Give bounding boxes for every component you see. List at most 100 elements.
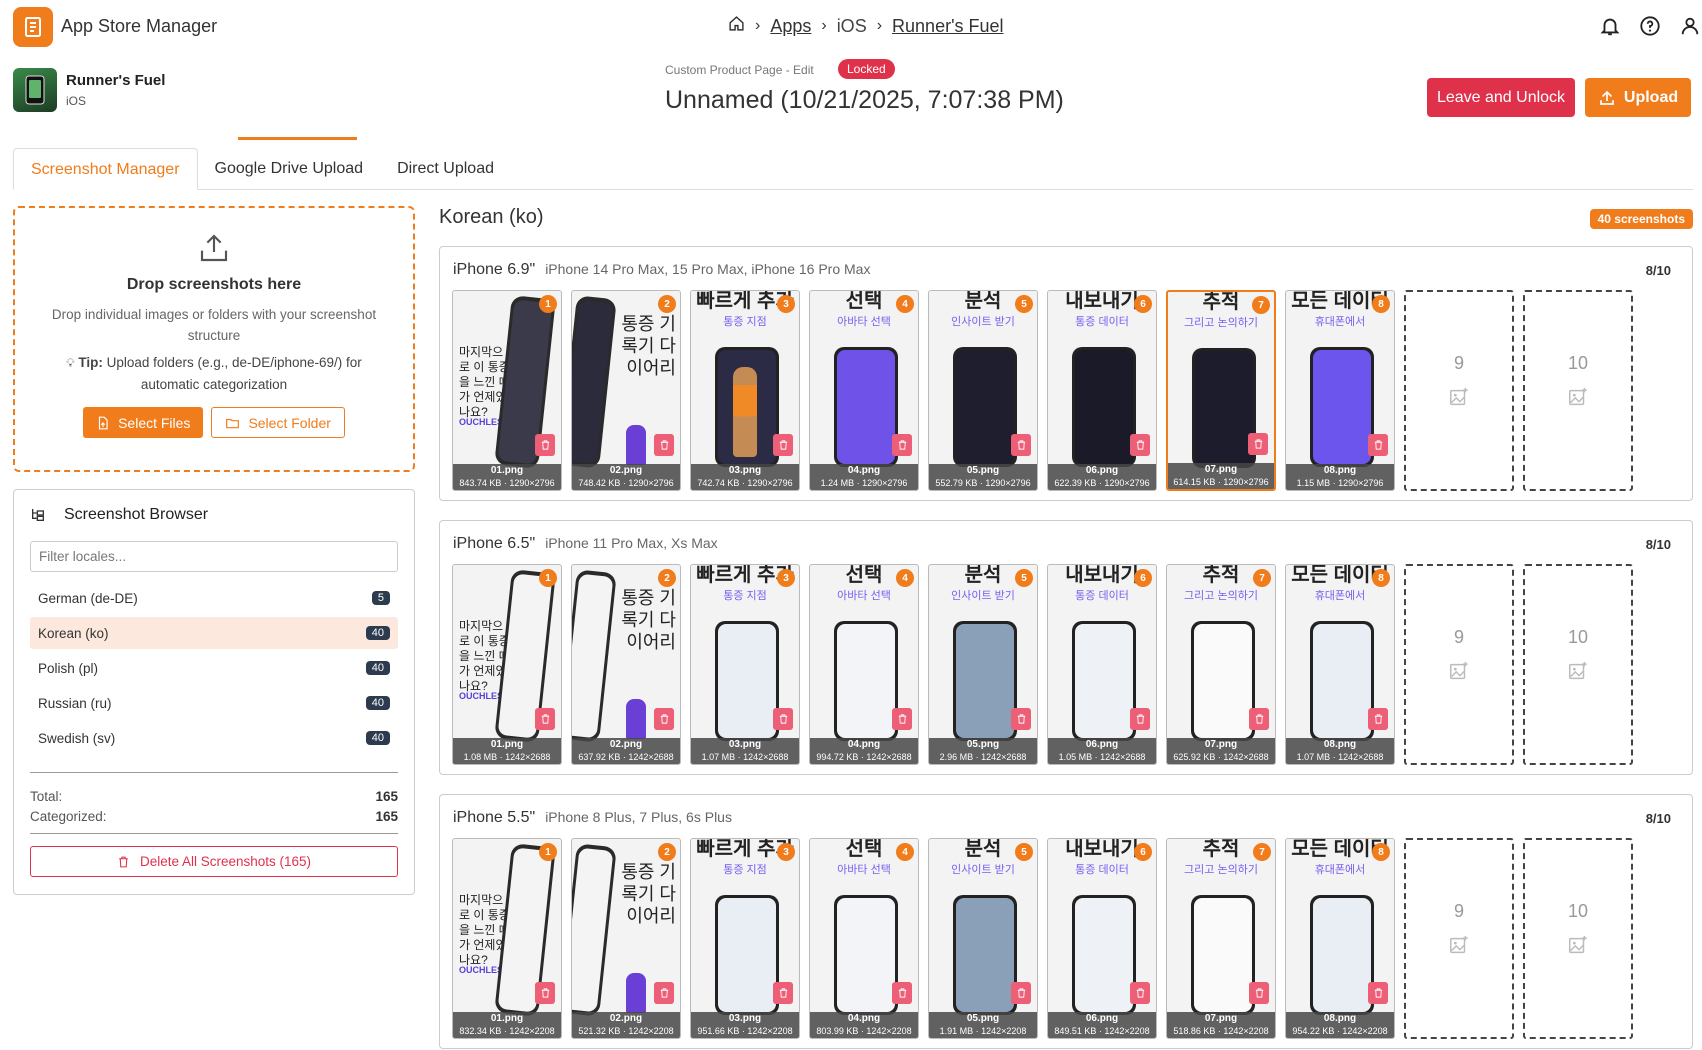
thumbnail-text: 통증 기록기 다이어리: [621, 588, 676, 652]
product-info: Runner's Fuel iOS: [13, 68, 165, 112]
leave-and-unlock-button[interactable]: Leave and Unlock: [1427, 78, 1575, 117]
delete-screenshot-button[interactable]: [535, 708, 555, 730]
delete-screenshot-button[interactable]: [773, 708, 793, 730]
locale-item-sv[interactable]: Swedish (sv) 40: [30, 722, 398, 754]
screenshot-thumbnail[interactable]: 선택 아바타 선택 4 04.png 803.99 KB · 1242×2208: [809, 838, 919, 1039]
screenshot-thumbnail[interactable]: 추적 그리고 논의하기 7 07.png 518.86 KB · 1242×2208: [1166, 838, 1276, 1039]
file-name: 03.png: [728, 1013, 762, 1024]
screenshot-thumbnail[interactable]: 통증 기록기 다이어리 2 02.png 748.42 KB · 1290×2796: [571, 290, 681, 491]
trash-icon: [1017, 714, 1025, 724]
screenshot-thumbnail[interactable]: 선택 아바타 선택 4 04.png 1.24 MB · 1290×2796: [809, 290, 919, 491]
screenshot-thumbnail[interactable]: 모든 데이터 휴대폰에서 8 08.png 1.15 MB · 1290×2796: [1285, 290, 1395, 491]
locale-label: Korean (ko): [38, 625, 109, 641]
screenshot-thumbnail[interactable]: 선택 아바타 선택 4 04.png 994.72 KB · 1242×2688: [809, 564, 919, 765]
locale-item-de-de[interactable]: German (de-DE) 5: [30, 582, 398, 614]
delete-screenshot-button[interactable]: [892, 434, 912, 456]
screenshot-thumbnail[interactable]: 빠르게 추가 통증 지점 3 03.png 1.07 MB · 1242×2688: [690, 564, 800, 765]
delete-screenshot-button[interactable]: [1368, 982, 1388, 1004]
tab-google-drive-upload[interactable]: Google Drive Upload: [198, 148, 381, 190]
locale-item-ru[interactable]: Russian (ru) 40: [30, 687, 398, 719]
select-files-button[interactable]: Select Files: [83, 407, 204, 438]
drop-zone[interactable]: Drop screenshots here Drop individual im…: [13, 206, 415, 472]
screenshot-thumbnail[interactable]: 통증 기록기 다이어리 2 02.png 637.92 KB · 1242×2688: [571, 564, 681, 765]
total-row: Total: 165: [30, 789, 398, 804]
screenshot-thumbnail[interactable]: 모든 데이터 휴대폰에서 8 08.png 954.22 KB · 1242×2208: [1285, 838, 1395, 1039]
delete-screenshot-button[interactable]: [773, 434, 793, 456]
trash-icon: [660, 440, 668, 450]
delete-screenshot-button[interactable]: [654, 708, 674, 730]
lightbulb-icon: 💡︎: [66, 356, 75, 370]
tab-screenshot-manager[interactable]: Screenshot Manager: [13, 148, 198, 190]
delete-screenshot-button[interactable]: [535, 434, 555, 456]
help-icon[interactable]: [1638, 14, 1662, 38]
delete-screenshot-button[interactable]: [892, 708, 912, 730]
locked-badge: Locked: [838, 59, 895, 79]
screenshot-thumbnail[interactable]: 추적 그리고 논의하기 7 07.png 614.15 KB · 1290×2796: [1166, 290, 1276, 491]
screenshot-thumbnail[interactable]: 모든 데이터 휴대폰에서 8 08.png 1.07 MB · 1242×2688: [1285, 564, 1395, 765]
file-name: 08.png: [1323, 739, 1357, 750]
delete-screenshot-button[interactable]: [1130, 708, 1150, 730]
delete-screenshot-button[interactable]: [1368, 708, 1388, 730]
screenshot-thumbnail[interactable]: 마지막으로 이 통증을 느낀 때가 언제였나요? OUCHLESS 1 01.png 1…: [452, 564, 562, 765]
file-name: 08.png: [1323, 465, 1357, 476]
screenshot-thumbnail[interactable]: 통증 기록기 다이어리 2 02.png 521.32 KB · 1242×2208: [571, 838, 681, 1039]
app-logo-icon[interactable]: [13, 7, 53, 47]
tab-direct-upload[interactable]: Direct Upload: [380, 148, 511, 190]
delete-screenshot-button[interactable]: [892, 982, 912, 1004]
delete-screenshot-button[interactable]: [1249, 982, 1269, 1004]
home-icon[interactable]: [728, 15, 745, 37]
delete-screenshot-button[interactable]: [773, 982, 793, 1004]
delete-screenshot-button[interactable]: [1249, 708, 1269, 730]
empty-slot[interactable]: 10: [1523, 564, 1633, 765]
screenshot-thumbnail[interactable]: 분석 인사이트 받기 5 05.png 552.79 KB · 1290×2796: [928, 290, 1038, 491]
empty-slot[interactable]: 10: [1523, 838, 1633, 1039]
drop-zone-buttons: Select Files Select Folder: [15, 407, 413, 438]
locale-item-pl[interactable]: Polish (pl) 40: [30, 652, 398, 684]
delete-screenshot-button[interactable]: [1011, 434, 1031, 456]
device-header: iPhone 6.5" iPhone 11 Pro Max, Xs Max: [453, 535, 718, 553]
screenshot-thumbnail[interactable]: 내보내기 통증 데이터 6 06.png 849.51 KB · 1242×2208: [1047, 838, 1157, 1039]
screenshot-thumbnail[interactable]: 내보내기 통증 데이터 6 06.png 622.39 KB · 1290×2796: [1047, 290, 1157, 491]
thumbnail-subheadline: 통증 데이터: [1075, 590, 1129, 602]
delete-screenshot-button[interactable]: [1368, 434, 1388, 456]
delete-screenshot-button[interactable]: [1248, 433, 1268, 455]
delete-all-screenshots-button[interactable]: Delete All Screenshots (165): [30, 846, 398, 877]
screenshot-thumbnail[interactable]: 내보내기 통증 데이터 6 06.png 1.05 MB · 1242×2688: [1047, 564, 1157, 765]
total-label: Total:: [30, 789, 63, 804]
upload-button[interactable]: Upload: [1585, 78, 1691, 117]
thumbnail-phone: [1192, 348, 1256, 468]
screenshot-thumbnail[interactable]: 분석 인사이트 받기 5 05.png 1.91 MB · 1242×2208: [928, 838, 1038, 1039]
user-icon[interactable]: [1678, 14, 1702, 38]
delete-screenshot-button[interactable]: [1011, 708, 1031, 730]
empty-slot[interactable]: 9: [1404, 838, 1514, 1039]
screenshot-thumbnail[interactable]: 마지막으로 이 통증을 느낀 때가 언제였나요? OUCHLESS 1 01.png 8…: [452, 290, 562, 491]
delete-screenshot-button[interactable]: [1011, 982, 1031, 1004]
empty-slot-number: 10: [1567, 900, 1589, 921]
screenshot-thumbnail[interactable]: 빠르게 추가 통증 지점 3 03.png 951.66 KB · 1242×2208: [690, 838, 800, 1039]
locale-count-badge: 40: [365, 696, 390, 710]
screenshot-thumbnail[interactable]: 빠르게 추가 통증 지점 3 03.png 742.74 KB · 1290×2796: [690, 290, 800, 491]
select-folder-button[interactable]: Select Folder: [211, 407, 345, 438]
locale-item-ko[interactable]: Korean (ko) 40: [30, 617, 398, 649]
delete-screenshot-button[interactable]: [654, 982, 674, 1004]
delete-screenshot-button[interactable]: [1130, 982, 1150, 1004]
trash-icon: [1374, 714, 1382, 724]
empty-slot[interactable]: 9: [1404, 564, 1514, 765]
tab-bar: Screenshot Manager Google Drive Upload D…: [13, 148, 1693, 190]
thumbnail-phone: [1072, 347, 1136, 467]
add-image-icon: [1567, 386, 1589, 413]
screenshot-thumbnail[interactable]: 마지막으로 이 통증을 느낀 때가 언제였나요? OUCHLESS 1 01.png 8…: [452, 838, 562, 1039]
delete-screenshot-button[interactable]: [1130, 434, 1150, 456]
filter-locales-input[interactable]: [30, 541, 398, 572]
breadcrumb-apps[interactable]: Apps: [770, 16, 811, 37]
screenshot-thumbnail[interactable]: 추적 그리고 논의하기 7 07.png 625.92 KB · 1242×2688: [1166, 564, 1276, 765]
file-name: 03.png: [728, 465, 762, 476]
delete-screenshot-button[interactable]: [535, 982, 555, 1004]
delete-screenshot-button[interactable]: [654, 434, 674, 456]
bell-icon[interactable]: [1598, 14, 1622, 38]
breadcrumb-product[interactable]: Runner's Fuel: [892, 16, 1004, 37]
empty-slot[interactable]: 9: [1404, 290, 1514, 491]
empty-slot[interactable]: 10: [1523, 290, 1633, 491]
device-group: iPhone 5.5" iPhone 8 Plus, 7 Plus, 6s Plu…: [439, 794, 1693, 1049]
screenshot-thumbnail[interactable]: 분석 인사이트 받기 5 05.png 2.96 MB · 1242×2688: [928, 564, 1038, 765]
